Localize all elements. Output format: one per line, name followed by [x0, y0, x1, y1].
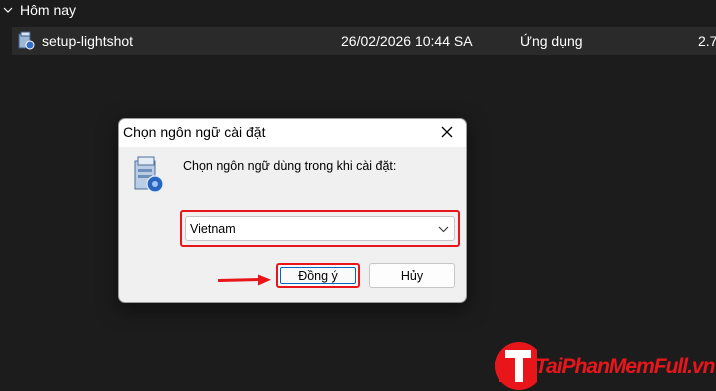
arrow-icon — [218, 274, 271, 286]
file-size: 2.7 — [698, 33, 716, 49]
file-date: 26/02/2026 10:44 SA — [341, 33, 473, 49]
file-type: Ứng dụng — [520, 33, 583, 49]
language-dialog: Chọn ngôn ngữ cài đặt Chọn ngôn ngữ dùng… — [118, 118, 467, 303]
group-header-today[interactable]: Hôm nay — [0, 0, 76, 20]
dialog-title: Chọn ngôn ngữ cài đặt — [123, 124, 266, 140]
focus-ring — [280, 267, 356, 284]
chevron-down-icon — [438, 226, 449, 233]
file-row[interactable]: setup-lightshot 26/02/2026 10:44 SA Ứng … — [12, 27, 716, 55]
dialog-titlebar[interactable]: Chọn ngôn ngữ cài đặt — [119, 119, 466, 147]
watermark-text: TaiPhanMemFull.vn — [535, 355, 715, 378]
file-name: setup-lightshot — [42, 33, 134, 49]
ok-button[interactable]: Đồng ý — [276, 263, 360, 288]
installer-icon — [18, 31, 35, 50]
chevron-down-icon — [3, 7, 13, 13]
language-select-value: Vietnam — [190, 222, 236, 236]
cancel-button-label: Hủy — [400, 268, 424, 283]
logo-icon — [495, 342, 537, 390]
setup-icon — [134, 156, 164, 193]
cancel-button[interactable]: Hủy — [369, 263, 455, 288]
language-select[interactable]: Vietnam — [185, 216, 455, 241]
watermark: TaiPhanMemFull.vn — [491, 336, 716, 391]
group-title: Hôm nay — [20, 2, 77, 18]
dialog-prompt: Chọn ngôn ngữ dùng trong khi cài đặt: — [183, 159, 397, 173]
close-icon[interactable] — [438, 123, 456, 141]
